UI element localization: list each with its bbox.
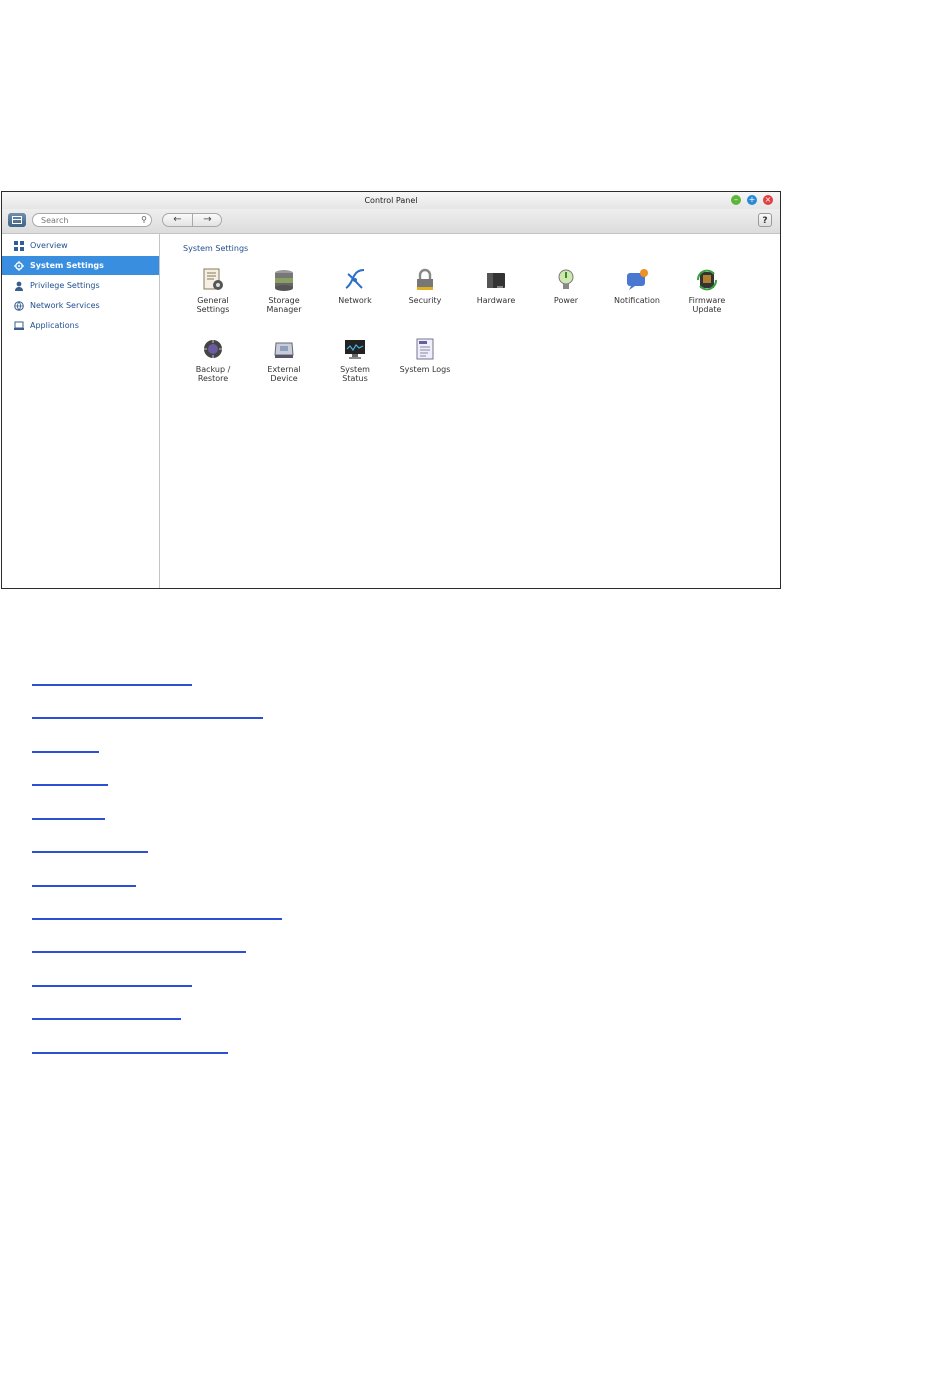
external-device-icon <box>274 342 294 358</box>
general-settings-icon <box>203 268 223 290</box>
hardware-item[interactable]: Hardware <box>461 268 531 328</box>
toolbar: ⚲ ← → ? <box>2 209 780 234</box>
backup-restore-item[interactable]: Backup / Restore <box>178 337 248 397</box>
item-label: Security <box>408 296 442 305</box>
hardware-icon <box>487 273 505 288</box>
sidebar: Overview System Settings Privilege Setti… <box>2 234 160 588</box>
close-button[interactable]: × <box>763 195 773 205</box>
item-label: System Status <box>340 365 370 383</box>
link-underline[interactable] <box>32 751 99 753</box>
sidebar-item-applications[interactable]: Applications <box>2 316 159 335</box>
user-icon <box>15 281 23 291</box>
gear-icon <box>14 261 24 271</box>
sidebar-item-label: Privilege Settings <box>30 281 100 290</box>
firmware-update-icon <box>696 269 718 291</box>
sidebar-item-label: Network Services <box>30 301 100 310</box>
search-icon[interactable]: ⚲ <box>141 215 147 225</box>
forward-button[interactable]: → <box>193 214 221 226</box>
search-box[interactable]: ⚲ <box>32 213 152 227</box>
link-underline[interactable] <box>32 985 192 987</box>
link-underline[interactable] <box>32 1052 228 1054</box>
system-logs-icon <box>416 338 434 360</box>
sidebar-item-overview[interactable]: Overview <box>2 236 159 255</box>
backup-restore-icon <box>204 340 222 358</box>
link-underline[interactable] <box>32 784 108 786</box>
maximize-button[interactable]: + <box>747 195 757 205</box>
sidebar-item-label: System Settings <box>30 261 104 270</box>
minimize-button[interactable]: – <box>731 195 741 205</box>
system-status-icon <box>345 340 365 359</box>
help-button[interactable]: ? <box>758 213 772 227</box>
sidebar-item-label: Applications <box>30 321 79 330</box>
control-panel-window: Control Panel – + × ⚲ ← → ? Overview <box>1 191 781 589</box>
window-title: Control Panel <box>364 196 418 205</box>
network-icon <box>345 269 365 289</box>
sidebar-item-privilege-settings[interactable]: Privilege Settings <box>2 276 159 295</box>
search-input[interactable] <box>41 214 131 226</box>
window-titlebar: Control Panel – + × <box>2 192 780 209</box>
link-underline[interactable] <box>32 1018 181 1020</box>
item-label: System Logs <box>399 365 451 374</box>
power-icon <box>558 269 574 289</box>
link-underline[interactable] <box>32 684 192 686</box>
sidebar-item-label: Overview <box>30 241 68 250</box>
item-label: Power <box>553 296 579 305</box>
item-label: Backup / Restore <box>195 365 231 383</box>
globe-icon <box>14 301 24 311</box>
storage-manager-item[interactable]: Storage Manager <box>249 268 319 328</box>
item-label: External Device <box>267 365 301 383</box>
network-item[interactable]: Network <box>320 268 390 328</box>
item-label: Network <box>338 296 372 305</box>
link-underline[interactable] <box>32 717 263 719</box>
navigation-buttons: ← → <box>162 213 222 227</box>
item-label: Notification <box>614 296 660 305</box>
general-settings-item[interactable]: General Settings <box>178 268 248 328</box>
link-underline[interactable] <box>32 918 282 920</box>
system-status-item[interactable]: System Status <box>320 337 390 397</box>
sidebar-item-system-settings[interactable]: System Settings <box>2 256 159 275</box>
external-device-item[interactable]: External Device <box>249 337 319 397</box>
link-underline[interactable] <box>32 885 136 887</box>
sidebar-toggle-icon[interactable] <box>8 213 26 227</box>
system-logs-item[interactable]: System Logs <box>390 337 460 397</box>
back-button[interactable]: ← <box>163 214 193 226</box>
notification-icon <box>627 269 648 290</box>
firmware-update-item[interactable]: Firmware Update <box>672 268 742 328</box>
lock-icon <box>417 268 433 290</box>
item-label: General Settings <box>196 296 230 314</box>
link-underline[interactable] <box>32 818 105 820</box>
drive-icon <box>14 321 24 330</box>
main-panel: System Settings General Settings Storage… <box>160 234 780 588</box>
overview-icon <box>14 241 24 251</box>
power-item[interactable]: Power <box>531 268 601 328</box>
storage-manager-icon <box>275 270 293 291</box>
item-label: Hardware <box>476 296 516 305</box>
notification-item[interactable]: Notification <box>602 268 672 328</box>
link-underline[interactable] <box>32 951 246 953</box>
item-label: Storage Manager <box>266 296 302 314</box>
item-label: Firmware Update <box>688 296 726 314</box>
security-item[interactable]: Security <box>390 268 460 328</box>
section-title: System Settings <box>183 244 249 253</box>
sidebar-item-network-services[interactable]: Network Services <box>2 296 159 315</box>
link-underline[interactable] <box>32 851 148 853</box>
